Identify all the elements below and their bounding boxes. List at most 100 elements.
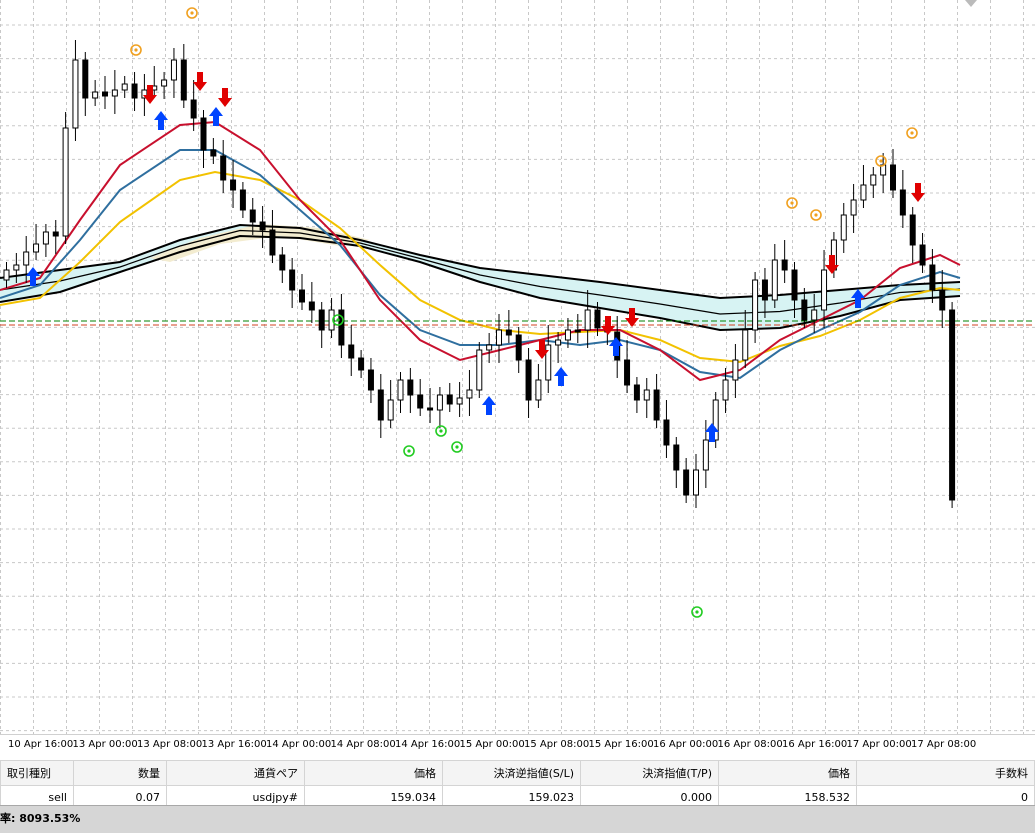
candle-body — [673, 444, 680, 471]
col-price[interactable]: 価格 — [304, 760, 443, 786]
candle-body — [161, 79, 168, 87]
candle-body — [121, 83, 128, 91]
candle-body — [210, 149, 217, 157]
candle-body — [633, 384, 640, 401]
candle-body — [259, 221, 266, 231]
candle-body — [850, 199, 857, 216]
candle-body — [42, 231, 49, 245]
candle-body — [170, 59, 177, 81]
candle-body — [3, 269, 10, 281]
candle-body — [348, 344, 355, 359]
candle-body — [860, 184, 867, 201]
ma-fast-line — [0, 120, 961, 382]
candle-body — [436, 394, 443, 411]
candle-body — [515, 334, 522, 361]
candle-body — [890, 164, 896, 191]
top-marker-dot — [134, 48, 138, 52]
candle-body — [949, 309, 956, 501]
candle-body — [693, 469, 699, 496]
candle-body — [663, 419, 670, 446]
candle-body — [397, 379, 404, 401]
time-tick-label: 15 Apr 08:00 — [524, 739, 590, 750]
candle-body — [131, 83, 138, 99]
candle-body — [574, 329, 581, 333]
candle-body — [486, 344, 493, 351]
candle-body — [279, 254, 286, 271]
time-tick-label: 15 Apr 16:00 — [588, 739, 654, 750]
time-tick-label: 16 Apr 08:00 — [717, 739, 783, 750]
candle-body — [555, 339, 562, 346]
time-tick-label: 16 Apr 00:00 — [653, 739, 719, 750]
candle-body — [220, 155, 227, 181]
time-tick-label: 15 Apr 00:00 — [459, 739, 525, 750]
candle-body — [33, 243, 40, 253]
candle-body — [269, 229, 276, 256]
candle-body — [387, 399, 394, 421]
sell-arrow-icon — [193, 72, 207, 91]
top-marker-dot — [790, 201, 794, 205]
candle-body — [653, 389, 660, 421]
candle-body — [525, 359, 532, 401]
candle-body — [308, 301, 315, 311]
candle-body — [535, 379, 542, 401]
chart-canvas — [0, 0, 1035, 734]
candle-body — [456, 397, 463, 405]
candle-body — [102, 91, 108, 97]
price-chart[interactable] — [0, 0, 1035, 734]
candle-body — [732, 359, 739, 381]
candle-body — [771, 259, 778, 301]
top-marker-dot — [910, 131, 914, 135]
top-marker-dot — [190, 11, 194, 15]
candle-body — [72, 59, 79, 129]
col-volume[interactable]: 数量 — [73, 760, 167, 786]
time-tick-label: 17 Apr 00:00 — [846, 739, 912, 750]
candle-body — [624, 359, 631, 386]
time-tick-label: 13 Apr 16:00 — [201, 739, 267, 750]
candle-body — [742, 329, 749, 361]
candle-body — [92, 91, 99, 99]
time-tick-label: 13 Apr 08:00 — [137, 739, 203, 750]
col-tp[interactable]: 決済指値(T/P) — [580, 760, 719, 786]
candle-body — [200, 117, 207, 151]
col-commission[interactable]: 手数料 — [856, 760, 1035, 786]
candle-body — [643, 389, 650, 401]
candle-body — [899, 189, 906, 216]
col-sl[interactable]: 決済逆指値(S/L) — [442, 760, 581, 786]
candle-body — [791, 269, 798, 301]
candle-body — [318, 309, 325, 331]
candle-body — [190, 99, 197, 119]
candle-body — [249, 209, 256, 223]
buy-arrow-icon — [482, 396, 496, 415]
col-current-price[interactable]: 価格 — [718, 760, 857, 786]
candle-body — [446, 394, 453, 405]
candle-body — [367, 369, 374, 391]
trade-table: 取引種別 数量 通貨ペア 価格 決済逆指値(S/L) 決済指値(T/P) 価格 … — [0, 760, 1035, 809]
candle-body — [299, 289, 305, 303]
margin-level-text: 率: 8093.53% — [0, 812, 81, 825]
candle-body — [811, 309, 818, 321]
candle-body — [417, 394, 424, 409]
bottom-marker-dot — [455, 445, 459, 449]
candle-body — [289, 269, 296, 291]
candle-body — [23, 251, 30, 266]
time-axis: 10 Apr 16:00 13 Apr 00:00 13 Apr 08:00 13 A… — [0, 734, 1035, 761]
bottom-marker-dot — [695, 610, 699, 614]
table-header-row: 取引種別 数量 通貨ペア 価格 決済逆指値(S/L) 決済指値(T/P) 価格 … — [0, 760, 1035, 786]
candle-body — [180, 59, 187, 101]
candle-body — [13, 264, 20, 271]
candle-body — [702, 439, 709, 471]
candle-body — [821, 269, 828, 311]
candle-body — [722, 379, 729, 401]
buy-arrow-icon — [554, 367, 568, 386]
col-symbol[interactable]: 通貨ペア — [166, 760, 305, 786]
time-tick-label: 13 Apr 00:00 — [72, 739, 138, 750]
candle-body — [909, 214, 916, 246]
candle-body — [505, 329, 512, 336]
candle-body — [377, 389, 384, 421]
time-tick-label: 14 Apr 16:00 — [395, 739, 461, 750]
col-type[interactable]: 取引種別 — [0, 760, 74, 786]
status-bar: 率: 8093.53% — [0, 805, 1035, 833]
candle-body — [496, 329, 502, 346]
candle-body — [781, 259, 788, 271]
candle-body — [939, 289, 946, 311]
